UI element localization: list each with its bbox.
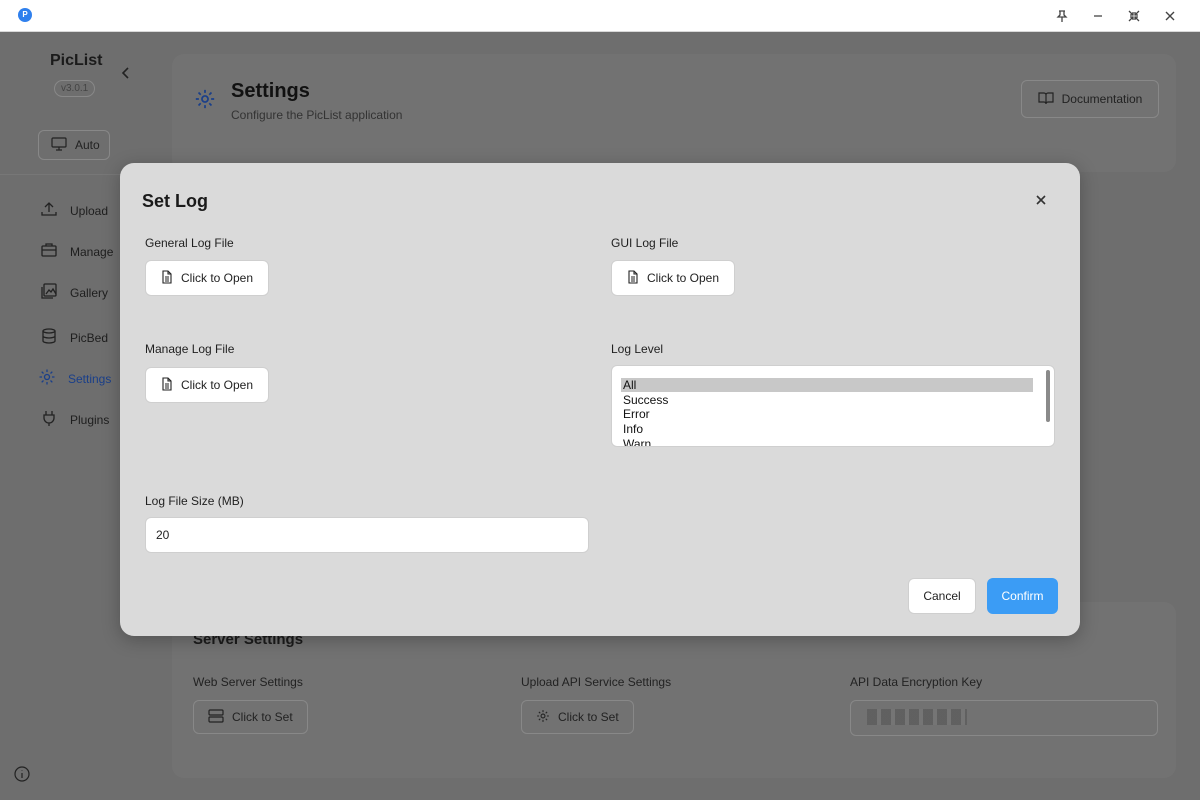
- gear-icon: [194, 88, 216, 115]
- manage-log-label: Manage Log File: [145, 342, 235, 356]
- compress-icon[interactable]: [1123, 5, 1145, 27]
- sidebar-item-plugins[interactable]: Plugins: [40, 409, 109, 430]
- sidebar-item-label: Upload: [70, 203, 109, 218]
- web-server-set-button[interactable]: Click to Set: [193, 700, 308, 734]
- pin-icon[interactable]: [1051, 5, 1073, 27]
- sidebar-item-label: Gallery: [70, 285, 109, 300]
- documentation-button[interactable]: Documentation: [1021, 80, 1159, 118]
- log-level-option-info[interactable]: Info: [621, 422, 1033, 436]
- sidebar-item-manage[interactable]: Manage: [40, 241, 113, 262]
- brand-name: PicList: [50, 52, 103, 69]
- general-log-label: General Log File: [145, 236, 234, 250]
- log-level-option-success[interactable]: Success: [621, 393, 1033, 407]
- set-log-dialog: Set Log General Log File Click to Open G…: [120, 163, 1080, 636]
- sidebar-item-label: Settings: [68, 371, 112, 386]
- monitor-icon: [51, 136, 67, 154]
- sidebar-item-settings[interactable]: Settings: [38, 368, 111, 389]
- web-server-set-label: Click to Set: [232, 710, 293, 724]
- version-badge: v3.0.1: [54, 80, 96, 97]
- general-log-open-button[interactable]: Click to Open: [145, 260, 269, 296]
- gallery-icon: [40, 282, 58, 303]
- documentation-label: Documentation: [1061, 92, 1143, 106]
- app-logo-icon: P: [18, 8, 32, 22]
- confirm-button[interactable]: Confirm: [987, 578, 1058, 614]
- upload-api-label: Upload API Service Settings: [521, 675, 672, 689]
- sidebar-item-picbed[interactable]: PicBed: [40, 327, 108, 348]
- sidebar-item-label: Plugins: [70, 412, 110, 427]
- open-label: Click to Open: [180, 271, 254, 285]
- document-icon: [627, 269, 639, 287]
- page-subtitle: Configure the PicList application: [231, 108, 403, 122]
- close-icon[interactable]: [1034, 193, 1050, 209]
- document-icon: [161, 269, 173, 287]
- log-size-input[interactable]: [145, 517, 589, 553]
- page-title: Settings: [231, 80, 310, 102]
- gui-log-open-button[interactable]: Click to Open: [611, 260, 735, 296]
- document-icon: [161, 376, 173, 394]
- close-icon[interactable]: [1159, 5, 1181, 27]
- gear-icon: [38, 368, 56, 389]
- sidebar-item-label: Manage: [70, 244, 114, 259]
- minimize-icon[interactable]: [1087, 5, 1109, 27]
- gear-icon: [536, 709, 550, 726]
- server-icon: [208, 708, 224, 726]
- briefcase-icon: [40, 241, 58, 262]
- chevron-left-icon[interactable]: [120, 66, 132, 85]
- log-level-option-error[interactable]: Error: [621, 407, 1033, 421]
- listbox-scrollbar[interactable]: [1046, 370, 1050, 422]
- encryption-key-input[interactable]: [850, 700, 1158, 736]
- sidebar-item-gallery[interactable]: Gallery: [40, 282, 108, 303]
- open-label: Click to Open: [646, 271, 720, 285]
- book-icon: [1038, 91, 1054, 108]
- theme-auto-label: Auto: [75, 138, 100, 152]
- open-label: Click to Open: [180, 378, 254, 392]
- database-icon: [40, 327, 58, 348]
- dialog-title: Set Log: [142, 191, 208, 211]
- log-level-option-all[interactable]: All: [621, 378, 1033, 392]
- title-bar: P: [0, 0, 1200, 32]
- log-level-option-warn[interactable]: Warn: [621, 437, 1033, 446]
- theme-auto-button[interactable]: Auto: [38, 130, 110, 160]
- sidebar-item-label: PicBed: [70, 330, 109, 345]
- manage-log-open-button[interactable]: Click to Open: [145, 367, 269, 403]
- log-level-listbox[interactable]: All Success Error Info Warn: [611, 365, 1055, 447]
- sidebar-item-upload[interactable]: Upload: [40, 200, 108, 221]
- log-level-label: Log Level: [611, 342, 664, 356]
- cancel-button[interactable]: Cancel: [908, 578, 976, 614]
- log-size-label: Log File Size (MB): [145, 494, 244, 508]
- plug-icon: [40, 409, 58, 430]
- info-icon[interactable]: [14, 766, 30, 787]
- upload-icon: [40, 200, 58, 221]
- upload-api-set-button[interactable]: Click to Set: [521, 700, 634, 734]
- encryption-key-label: API Data Encryption Key: [850, 675, 983, 689]
- gui-log-label: GUI Log File: [611, 236, 679, 250]
- web-server-label: Web Server Settings: [193, 675, 303, 689]
- redacted-key-blur: [867, 709, 967, 725]
- upload-api-set-label: Click to Set: [558, 710, 619, 724]
